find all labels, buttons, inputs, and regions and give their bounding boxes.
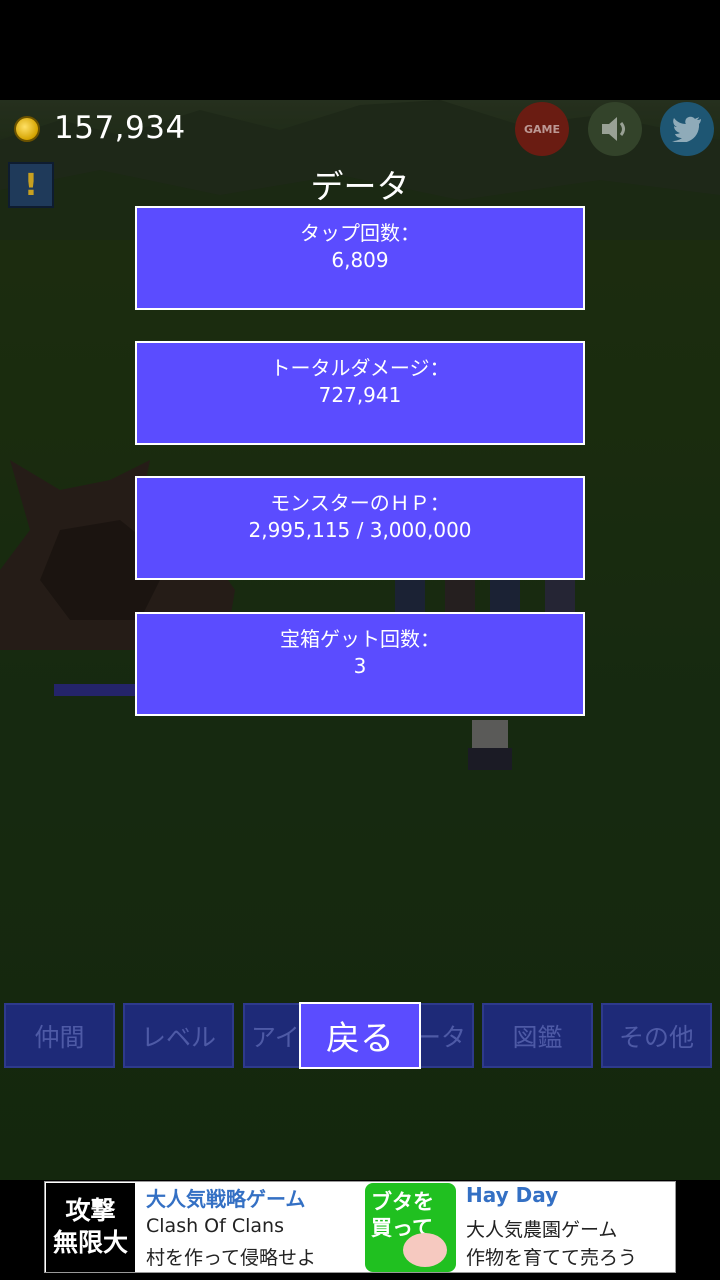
stat-value: 727,941 <box>318 383 402 407</box>
ad-icon-text: ブタを <box>371 1190 434 1214</box>
monster-hp-bar <box>54 684 144 696</box>
coin-count: 157,934 <box>54 110 186 146</box>
page-title: データ <box>310 167 410 206</box>
stat-panel-monster-hp: モンスターのＨＰ： 2,995,115 / 3,000,000 <box>135 476 585 580</box>
ad-title-right[interactable]: Hay Day <box>466 1183 558 1207</box>
back-button[interactable]: 戻る <box>299 1002 421 1069</box>
tab-encyclopedia[interactable]: 図鑑 <box>482 1003 593 1068</box>
stat-value: 3 <box>353 654 367 678</box>
ad-line-right-1: 大人気農園ゲーム <box>466 1219 618 1241</box>
ad-icon-text: 無限大 <box>52 1228 128 1257</box>
ad-icon-text: 攻撃 <box>65 1196 116 1225</box>
ad-icon-hayday[interactable]: ブタを 買って <box>365 1183 456 1272</box>
twitter-button[interactable] <box>660 102 714 156</box>
stat-value: 6,809 <box>331 248 389 272</box>
ad-line-left-1: Clash Of Clans <box>146 1215 284 1237</box>
status-bar <box>0 0 720 100</box>
stat-label: モンスターのＨＰ： <box>270 491 450 515</box>
ad-line-left-2: 村を作って侵略せよ <box>146 1247 317 1269</box>
ad-title-left[interactable]: 大人気戦略ゲーム <box>146 1183 305 1212</box>
stat-panel-taps: タップ回数： 6,809 <box>135 206 585 310</box>
stat-panel-treasure: 宝箱ゲット回数： 3 <box>135 612 585 716</box>
sound-button[interactable] <box>588 102 642 156</box>
coin-icon <box>14 116 40 142</box>
ad-icon-clash[interactable]: 攻撃 無限大 <box>46 1183 135 1272</box>
stat-label: 宝箱ゲット回数： <box>280 627 440 651</box>
game-button[interactable]: GAME <box>515 102 569 156</box>
stat-value: 2,995,115 / 3,000,000 <box>248 518 472 542</box>
pig-icon <box>403 1233 447 1267</box>
tab-level[interactable]: レベル <box>123 1003 234 1068</box>
ad-banner[interactable]: 攻撃 無限大 大人気戦略ゲーム Clash Of Clans 村を作って侵略せよ… <box>44 1181 676 1273</box>
tab-other[interactable]: その他 <box>601 1003 712 1068</box>
twitter-bird-icon <box>672 116 701 142</box>
stat-label: トータルダメージ： <box>270 356 450 380</box>
speaker-icon <box>602 117 625 141</box>
ad-line-right-2: 作物を育てて売ろう <box>466 1247 638 1269</box>
stat-label: タップ回数： <box>300 221 420 245</box>
tab-companions[interactable]: 仲間 <box>4 1003 115 1068</box>
stat-panel-total-damage: トータルダメージ： 727,941 <box>135 341 585 445</box>
